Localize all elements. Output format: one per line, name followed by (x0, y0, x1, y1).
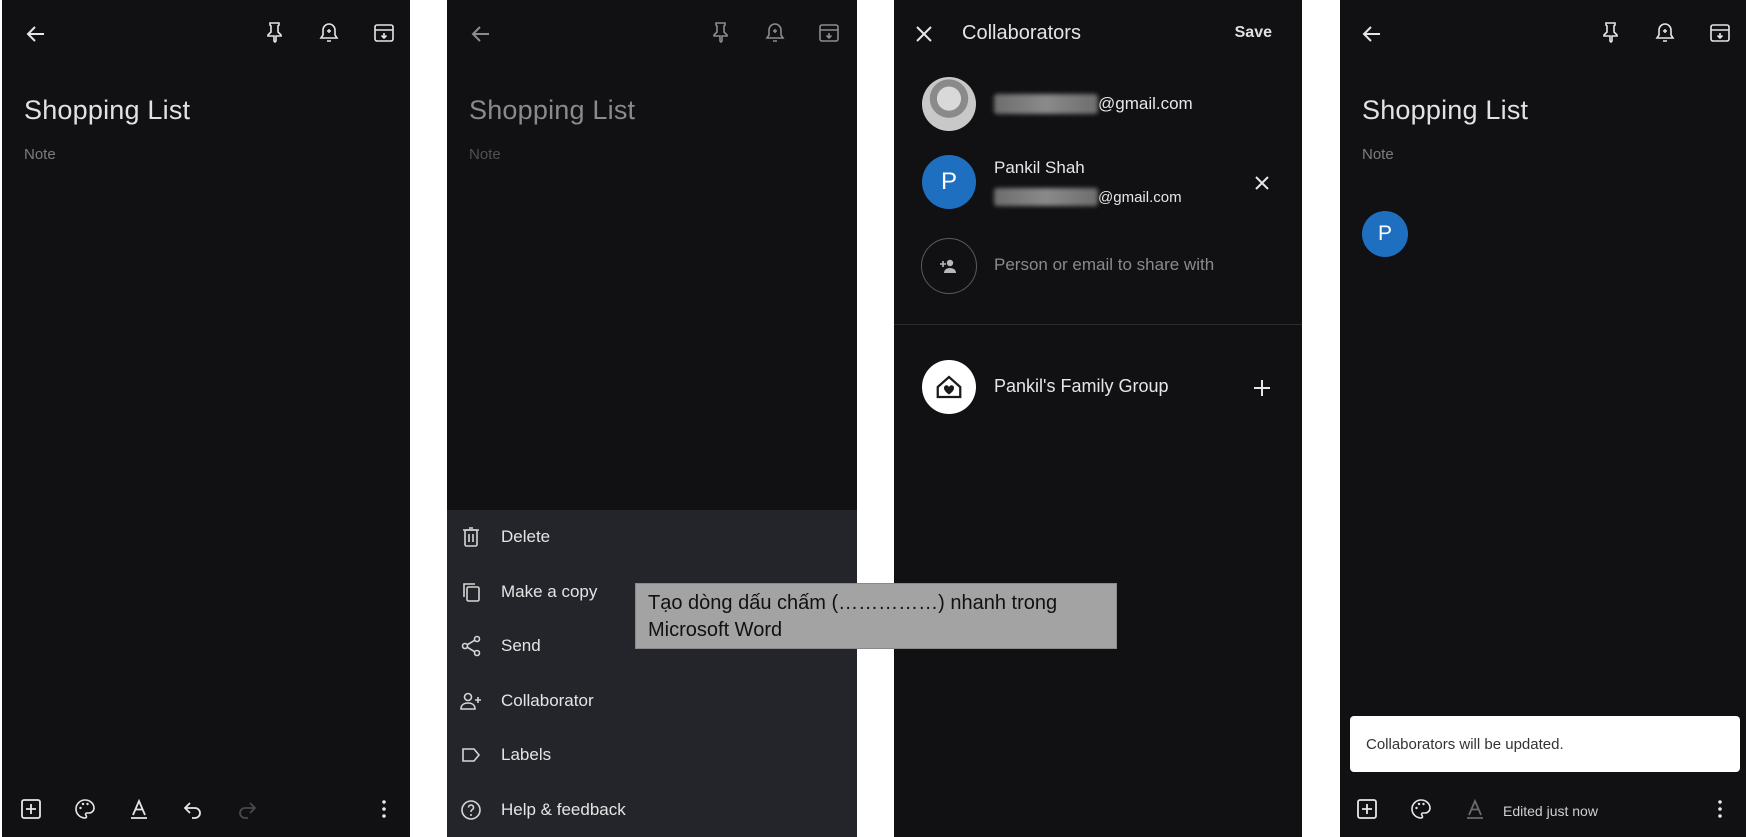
add-group-icon[interactable] (1248, 374, 1276, 402)
palette-icon[interactable] (71, 795, 99, 823)
menu-item-label: Delete (501, 527, 551, 546)
family-group-name: Pankil's Family Group (994, 376, 1169, 396)
pin-icon[interactable] (1597, 18, 1625, 46)
back-arrow-icon[interactable] (22, 20, 50, 48)
menu-item-label: Send (501, 636, 541, 655)
reminder-bell-icon[interactable] (1651, 19, 1679, 47)
menu-item-labels[interactable]: Labels (447, 728, 857, 782)
menu-item-label: Labels (501, 745, 552, 764)
more-vert-icon[interactable] (370, 795, 398, 823)
owner-avatar (922, 77, 976, 131)
menu-item-label: Collaborator (501, 691, 594, 710)
page-title: Collaborators (962, 22, 1081, 44)
tooltip: Tạo dòng dấu chấm (……………) nhanh trong Mi… (635, 583, 1117, 649)
back-arrow-icon[interactable] (467, 20, 495, 48)
remove-collaborator-icon[interactable] (1248, 169, 1276, 197)
collaborators-panel: Collaborators Save @gmail.com P Pankil S… (894, 0, 1302, 837)
note-title[interactable]: Shopping List (1362, 95, 1528, 126)
archive-icon[interactable] (815, 19, 843, 47)
label-icon (457, 741, 485, 769)
note-body-placeholder: Note (469, 146, 501, 163)
note-title: Shopping List (469, 95, 636, 125)
note-body-placeholder[interactable]: Note (1362, 146, 1394, 163)
save-button[interactable]: Save (1235, 24, 1272, 42)
snackbar: Collaborators will be updated. (1350, 716, 1740, 772)
archive-icon[interactable] (1706, 19, 1734, 47)
reminder-bell-icon[interactable] (315, 19, 343, 47)
note-toolbar (447, 0, 857, 68)
owner-email: @gmail.com (994, 94, 1193, 114)
collaborator-avatar[interactable]: P (1362, 211, 1408, 257)
divider (894, 324, 1302, 325)
menu-item-label: Help & feedback (501, 800, 626, 819)
help-icon (457, 796, 485, 824)
back-arrow-icon[interactable] (1358, 20, 1386, 48)
pin-icon[interactable] (261, 18, 289, 46)
pin-icon[interactable] (707, 18, 735, 46)
note-editor-updated-panel: Shopping List Note P Collaborators will … (1340, 0, 1746, 837)
more-vert-icon[interactable] (1706, 795, 1734, 823)
reminder-bell-icon[interactable] (761, 19, 789, 47)
trash-icon (457, 523, 485, 551)
collaborator-name: Pankil Shah (994, 158, 1085, 177)
copy-icon (457, 578, 485, 606)
collaborator-avatar: P (922, 155, 976, 209)
person-add-icon (457, 687, 485, 715)
menu-item-help-feedback[interactable]: Help & feedback (447, 783, 857, 837)
redacted-text (994, 94, 1098, 114)
redo-icon[interactable] (233, 795, 261, 823)
redacted-text (994, 188, 1098, 206)
add-box-icon[interactable] (1353, 795, 1381, 823)
undo-icon[interactable] (179, 795, 207, 823)
collaborator-email: @gmail.com (994, 188, 1182, 206)
share-icon (457, 632, 485, 660)
add-person-icon (921, 238, 977, 294)
menu-item-collaborator[interactable]: Collaborator (447, 674, 857, 728)
archive-icon[interactable] (370, 19, 398, 47)
edited-status: Edited just now (1503, 803, 1598, 819)
collaborator-email-domain: @gmail.com (1098, 188, 1182, 206)
note-toolbar (1340, 0, 1746, 68)
snackbar-text: Collaborators will be updated. (1366, 735, 1564, 753)
tooltip-line-2: Microsoft Word (648, 619, 783, 641)
add-box-icon[interactable] (17, 795, 45, 823)
note-menu-panel: Shopping List Note Delete Make a copy Se… (447, 0, 857, 837)
palette-icon[interactable] (1407, 795, 1435, 823)
menu-item-label: Make a copy (501, 582, 598, 601)
family-group-icon (922, 360, 976, 414)
share-with-input[interactable]: Person or email to share with (994, 255, 1214, 275)
text-format-icon[interactable] (125, 795, 153, 823)
owner-email-domain: @gmail.com (1098, 94, 1193, 113)
note-toolbar (2, 0, 410, 68)
note-options-menu: Delete Make a copy Send Collaborator Lab… (447, 510, 857, 837)
note-body-placeholder[interactable]: Note (24, 146, 56, 163)
text-format-icon[interactable] (1461, 795, 1489, 823)
tooltip-line-1: Tạo dòng dấu chấm (……………) nhanh trong (648, 592, 1058, 614)
menu-item-delete[interactable]: Delete (447, 510, 857, 564)
note-title[interactable]: Shopping List (24, 95, 190, 126)
close-icon[interactable] (910, 20, 938, 48)
note-editor-panel: Shopping List Note (2, 0, 410, 837)
